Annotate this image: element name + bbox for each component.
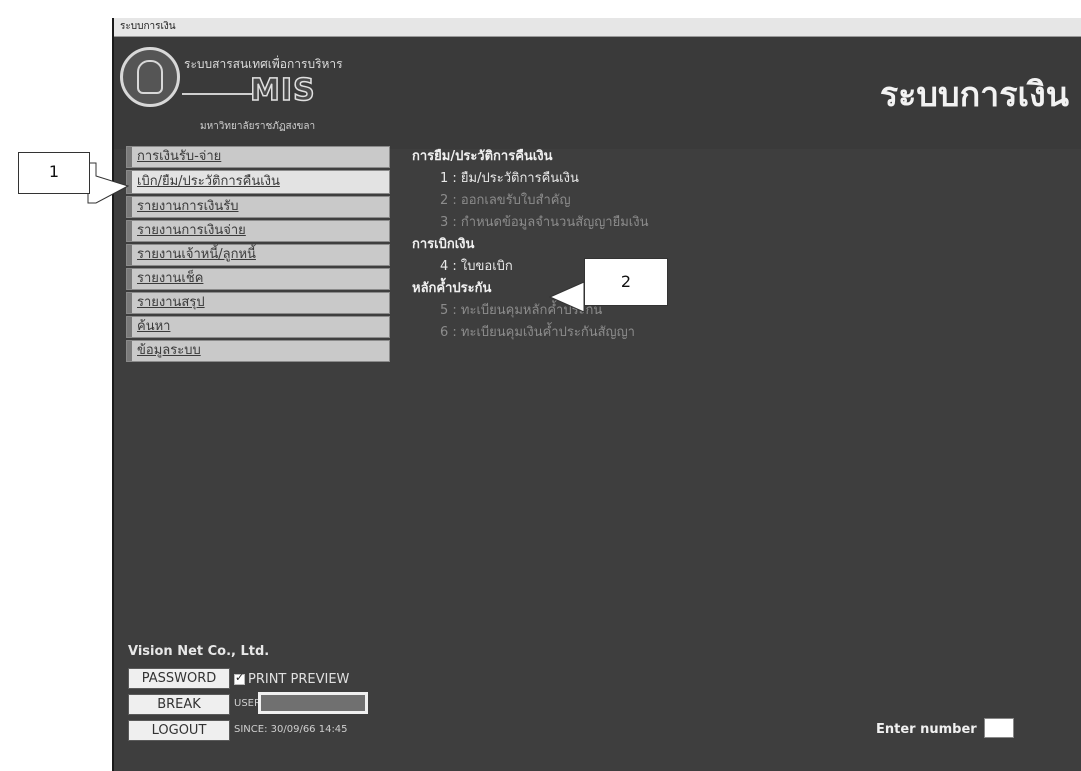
app-window: ระบบการเงิน ระบบสารสนเทศเพื่อการบริหาร M… bbox=[112, 18, 1081, 771]
logo-decoration bbox=[182, 93, 254, 95]
menu-item-borrow-return[interactable]: เบิก/ยืม/ประวัติการคืนเงิน bbox=[126, 170, 390, 194]
enter-number-label: Enter number bbox=[876, 722, 977, 737]
main-menu: การเงินรับ-จ่าย เบิก/ยืม/ประวัติการคืนเง… bbox=[126, 146, 390, 364]
callout-1: 1 bbox=[18, 152, 90, 194]
header-banner: ระบบสารสนเทศเพื่อการบริหาร MIS มหาวิทยาล… bbox=[114, 37, 1081, 149]
window-titlebar: ระบบการเงิน bbox=[114, 18, 1081, 37]
menu-item-search[interactable]: ค้นหา bbox=[126, 316, 390, 338]
break-button[interactable]: BREAK bbox=[128, 694, 230, 715]
submenu-item-6[interactable]: 6 : ทะเบียนคุมเงินค้ำประกันสัญญา bbox=[412, 322, 892, 344]
print-preview-label: PRINT PREVIEW bbox=[248, 672, 350, 687]
submenu-item-3[interactable]: 3 : กำหนดข้อมูลจำนวนสัญญายืมเงิน bbox=[412, 212, 892, 234]
submenu-item-2[interactable]: 2 : ออกเลขรับใบสำคัญ bbox=[412, 190, 892, 212]
menu-item-summary-report[interactable]: รายงานสรุป bbox=[126, 292, 390, 314]
menu-item-expense-report[interactable]: รายงานการเงินจ่าย bbox=[126, 220, 390, 242]
section-heading-borrow: การยืม/ประวัติการคืนเงิน bbox=[412, 149, 553, 164]
user-field bbox=[258, 692, 368, 714]
logo-mis: MIS bbox=[249, 72, 316, 109]
company-name: Vision Net Co., Ltd. bbox=[128, 644, 270, 659]
section-heading-disbursement: การเบิกเงิน bbox=[412, 237, 475, 252]
menu-item-income-report[interactable]: รายงานการเงินรับ bbox=[126, 196, 390, 218]
submenu-panel: การยืม/ประวัติการคืนเงิน 1 : ยืม/ประวัติ… bbox=[412, 146, 892, 344]
menu-item-creditor-debtor-report[interactable]: รายงานเจ้าหนี้/ลูกหนี้ bbox=[126, 244, 390, 266]
enter-number-input[interactable] bbox=[984, 718, 1014, 738]
university-seal-icon bbox=[120, 47, 180, 107]
submenu-item-1[interactable]: 1 : ยืม/ประวัติการคืนเงิน bbox=[412, 168, 892, 190]
logo-bottom-text: มหาวิทยาลัยราชภัฏสงขลา bbox=[200, 121, 316, 132]
callout-2: 2 bbox=[584, 258, 668, 306]
password-button[interactable]: PASSWORD bbox=[128, 668, 230, 689]
menu-item-system-data[interactable]: ข้อมูลระบบ bbox=[126, 340, 390, 362]
logout-button[interactable]: LOGOUT bbox=[128, 720, 230, 741]
print-preview-toggle[interactable]: PRINT PREVIEW bbox=[234, 671, 350, 687]
app-title: ระบบการเงิน bbox=[879, 75, 1069, 115]
menu-item-cheque-report[interactable]: รายงานเช็ค bbox=[126, 268, 390, 290]
logo-top-text: ระบบสารสนเทศเพื่อการบริหาร bbox=[184, 57, 343, 71]
session-since: SINCE: 30/09/66 14:45 bbox=[234, 724, 348, 735]
menu-item-receipts-payments[interactable]: การเงินรับ-จ่าย bbox=[126, 146, 390, 168]
checkbox-checked-icon[interactable] bbox=[234, 671, 245, 685]
